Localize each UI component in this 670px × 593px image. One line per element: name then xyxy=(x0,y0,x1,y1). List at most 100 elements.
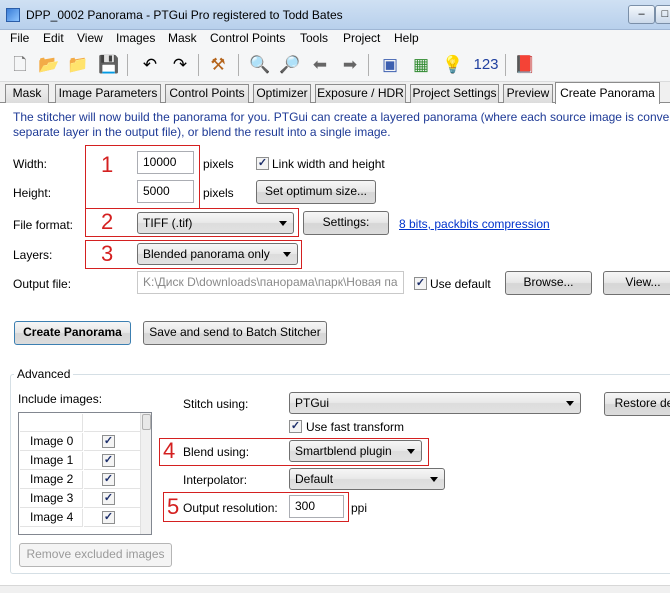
batch-stitcher-button[interactable]: Save and send to Batch Stitcher xyxy=(143,321,327,345)
lightbulb-icon[interactable]: 💡 xyxy=(441,53,465,77)
list-item[interactable]: Image 3 ✓ xyxy=(19,489,141,508)
output-file-input[interactable]: K:\Диск D\downloads\панорама\парк\Новая … xyxy=(137,271,404,294)
include-checkbox[interactable]: ✓ xyxy=(102,454,115,467)
fast-transform-label: Use fast transform xyxy=(306,420,405,434)
stitch-using-select[interactable]: PTGui xyxy=(289,392,581,414)
interpolator-select[interactable]: Default xyxy=(289,468,445,490)
height-label: Height: xyxy=(13,186,52,200)
save-icon[interactable]: 💾 xyxy=(97,53,121,77)
arrow-right-icon[interactable]: ➡ xyxy=(338,53,362,77)
window-title: DPP_0002 Panorama - PTGui Pro registered… xyxy=(26,8,343,22)
open-project-icon[interactable]: 📂 xyxy=(37,53,61,77)
list-scrollbar[interactable] xyxy=(140,413,151,534)
width-label: Width: xyxy=(13,157,48,171)
menu-edit[interactable]: Edit xyxy=(43,31,64,45)
image-name: Image 2 xyxy=(20,471,83,489)
align-images-icon[interactable]: ⚒ xyxy=(206,53,230,77)
status-bar xyxy=(0,585,670,593)
include-cell: ✓ xyxy=(84,471,140,489)
intro-text-line1: The stitcher will now build the panorama… xyxy=(13,110,670,124)
maximize-button[interactable]: □ xyxy=(655,5,670,24)
tab-image-parameters[interactable]: Image Parameters xyxy=(55,84,161,103)
zoom-in-icon[interactable]: 🔍 xyxy=(248,53,272,77)
menu-tools[interactable]: Tools xyxy=(300,31,328,45)
tab-create-panorama[interactable]: Create Panorama xyxy=(555,82,660,104)
numeric-transform-icon[interactable]: 123 xyxy=(472,53,500,77)
table-icon[interactable]: ▦ xyxy=(409,53,433,77)
menu-mask[interactable]: Mask xyxy=(168,31,197,45)
toolbar-separator xyxy=(368,54,369,76)
height-unit: pixels xyxy=(203,186,234,200)
width-unit: pixels xyxy=(203,157,234,171)
panorama-editor-icon[interactable]: ▣ xyxy=(378,53,402,77)
annotation-box-5 xyxy=(163,492,349,522)
stitch-using-value: PTGui xyxy=(295,396,330,410)
annotation-number-5: 5 xyxy=(167,494,180,519)
image-name: Image 0 xyxy=(20,433,83,451)
include-cell: ✓ xyxy=(84,433,140,451)
image-name: Image 1 xyxy=(20,452,83,470)
annotation-number-4: 4 xyxy=(163,438,176,463)
undo-icon[interactable]: ↶ xyxy=(138,53,162,77)
tab-bar: Mask Image Parameters Control Points Opt… xyxy=(0,82,670,104)
open-images-icon[interactable]: 📁 xyxy=(66,53,90,77)
tab-control-points[interactable]: Control Points xyxy=(165,84,249,103)
app-icon xyxy=(6,8,20,22)
menu-control-points[interactable]: Control Points xyxy=(210,31,285,45)
remove-excluded-button[interactable]: Remove excluded images xyxy=(19,543,172,567)
image-name: Image 4 xyxy=(20,509,83,527)
menu-help[interactable]: Help xyxy=(394,31,419,45)
tab-project-settings[interactable]: Project Settings xyxy=(410,84,499,103)
include-checkbox[interactable]: ✓ xyxy=(102,473,115,486)
menu-images[interactable]: Images xyxy=(116,31,155,45)
advanced-group-label: Advanced xyxy=(14,367,74,381)
zoom-out-icon[interactable]: 🔎 xyxy=(278,53,302,77)
list-header-include xyxy=(84,414,140,432)
include-checkbox[interactable]: ✓ xyxy=(102,492,115,505)
menu-project[interactable]: Project xyxy=(343,31,380,45)
list-item[interactable]: Image 4 ✓ xyxy=(19,508,141,527)
file-format-label: File format: xyxy=(13,218,74,232)
use-default-checkbox[interactable]: ✓ xyxy=(414,277,427,290)
toolbar: 🗋 📂 📁 💾 ↶ ↷ ⚒ 🔍 🔎 ⬅ ➡ ▣ ▦ 💡 123 📕 xyxy=(0,48,670,82)
scrollbar-thumb[interactable] xyxy=(142,414,151,430)
tab-mask[interactable]: Mask xyxy=(5,84,49,103)
use-default-label: Use default xyxy=(430,277,491,291)
include-images-label: Include images: xyxy=(18,392,103,406)
link-width-height-label: Link width and height xyxy=(272,157,385,171)
menu-bar: File Edit View Images Mask Control Point… xyxy=(0,30,670,48)
redo-icon[interactable]: ↷ xyxy=(168,53,192,77)
browse-button[interactable]: Browse... xyxy=(505,271,592,295)
include-checkbox[interactable]: ✓ xyxy=(102,435,115,448)
include-checkbox[interactable]: ✓ xyxy=(102,511,115,524)
minimize-button[interactable]: – xyxy=(628,5,655,24)
help-book-icon[interactable]: 📕 xyxy=(513,53,537,77)
list-item[interactable]: Image 0 ✓ xyxy=(19,432,141,451)
annotation-box-3 xyxy=(85,240,302,269)
menu-view[interactable]: View xyxy=(77,31,103,45)
fast-transform-checkbox[interactable]: ✓ xyxy=(289,420,302,433)
link-width-height-checkbox[interactable]: ✓ xyxy=(256,157,269,170)
tab-optimizer[interactable]: Optimizer xyxy=(253,84,311,103)
restore-defaults-button[interactable]: Restore de xyxy=(604,392,670,416)
set-optimum-size-button[interactable]: Set optimum size... xyxy=(256,180,376,204)
arrow-left-icon[interactable]: ⬅ xyxy=(308,53,332,77)
list-item[interactable]: Image 2 ✓ xyxy=(19,470,141,489)
include-cell: ✓ xyxy=(84,509,140,527)
new-project-icon[interactable]: 🗋 xyxy=(8,53,32,77)
tab-exposure-hdr[interactable]: Exposure / HDR xyxy=(315,84,406,103)
ppi-unit: ppi xyxy=(351,501,368,515)
tab-preview[interactable]: Preview xyxy=(503,84,553,103)
list-item[interactable]: Image 1 ✓ xyxy=(19,451,141,470)
interpolator-label: Interpolator: xyxy=(183,473,248,487)
menu-file[interactable]: File xyxy=(10,31,29,45)
image-name: Image 3 xyxy=(20,490,83,508)
settings-button[interactable]: Settings: xyxy=(303,211,389,235)
annotation-number-2: 2 xyxy=(101,209,114,234)
compression-settings-link[interactable]: 8 bits, packbits compression xyxy=(399,217,550,231)
chevron-down-icon xyxy=(430,477,438,482)
view-button[interactable]: View... xyxy=(603,271,670,295)
create-panorama-button[interactable]: Create Panorama xyxy=(14,321,131,345)
chevron-down-icon xyxy=(566,401,574,406)
stitch-using-label: Stitch using: xyxy=(183,397,249,411)
